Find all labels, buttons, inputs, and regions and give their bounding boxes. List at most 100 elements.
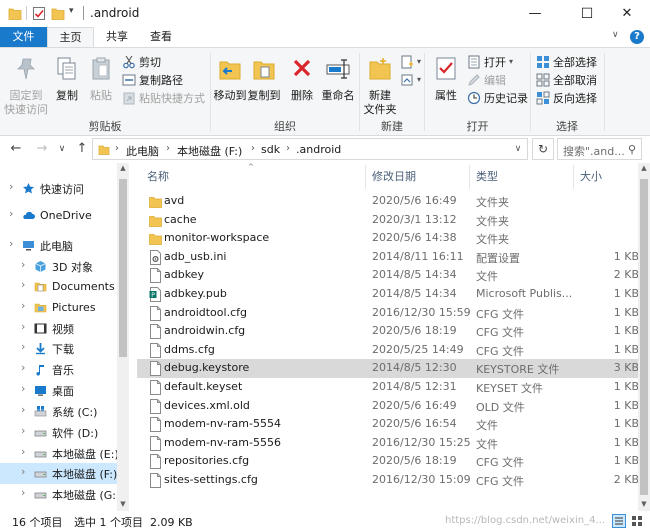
expand-chevron-icon[interactable]: › [21, 258, 25, 271]
column-divider[interactable] [573, 165, 574, 189]
expand-chevron-icon[interactable]: › [21, 382, 25, 395]
new-folder-button[interactable]: 新建 文件夹 [362, 56, 398, 117]
expand-chevron-icon[interactable]: › [21, 403, 25, 416]
breadcrumb-sdk[interactable]: sdk [261, 143, 280, 156]
tab-share[interactable]: 共享 [96, 27, 138, 47]
search-input[interactable]: 搜索".and... ⚲ [557, 138, 642, 160]
column-header-type[interactable]: 类型 [476, 165, 498, 189]
nav-item-12[interactable]: › 本地磁盘 (E:) [0, 443, 119, 464]
rename-button[interactable]: 重命名 [320, 56, 356, 103]
scroll-down-icon[interactable]: ▼ [638, 500, 650, 508]
nav-item-2[interactable]: › 此电脑 [0, 235, 118, 256]
file-list-scrollbar-thumb[interactable] [640, 179, 648, 495]
expand-chevron-icon[interactable]: › [9, 180, 13, 193]
address-dropdown-icon[interactable]: ∨ [511, 144, 525, 154]
column-divider[interactable] [365, 165, 366, 189]
file-row[interactable]: debug.keystore 2014/8/5 12:30 KEYSTORE 文件 3… [137, 359, 641, 378]
breadcrumb-this-pc[interactable]: 此电脑 [126, 143, 159, 159]
history-button[interactable]: 历史记录 [467, 89, 528, 106]
file-row[interactable]: ddms.cfg 2020/5/25 14:49 CFG 文件 1 KB [137, 341, 641, 360]
scroll-up-icon[interactable]: ▲ [117, 164, 129, 172]
scroll-down-icon[interactable]: ▼ [117, 500, 129, 508]
new-item-button[interactable]: ▾ [400, 53, 421, 70]
nav-item-4[interactable]: › Documents [0, 276, 118, 297]
expand-chevron-icon[interactable]: › [21, 320, 25, 333]
expand-chevron-icon[interactable]: › [21, 361, 25, 374]
large-icons-view-icon[interactable] [630, 514, 644, 528]
nav-item-11[interactable]: › 软件 (D:) [0, 422, 118, 443]
customize-quick-access-icon[interactable]: ▾ [69, 6, 74, 21]
expand-chevron-icon[interactable]: › [21, 299, 25, 312]
easy-access-button[interactable]: ▾ [400, 71, 421, 88]
move-to-button[interactable]: 移动到 [213, 56, 247, 103]
column-header-name[interactable]: 名称 [147, 165, 169, 189]
breadcrumb-android[interactable]: .android [296, 143, 341, 156]
file-row[interactable]: default.keyset 2014/8/5 12:31 KEYSET 文件 1 K… [137, 378, 641, 397]
tab-home[interactable]: 主页 [47, 27, 94, 47]
breadcrumb-drive-f[interactable]: 本地磁盘 (F:) [177, 143, 242, 159]
file-row[interactable]: monitor-workspace 2020/5/6 14:38 文件夹 [137, 229, 641, 248]
nav-item-5[interactable]: › Pictures [0, 297, 118, 318]
refresh-button[interactable]: ↻ [532, 138, 554, 160]
invert-selection-button[interactable]: 反向选择 [536, 89, 597, 106]
paste-button[interactable]: 粘贴 [86, 56, 116, 103]
file-row[interactable]: avd 2020/5/6 16:49 文件夹 [137, 192, 641, 211]
expand-chevron-icon[interactable]: › [9, 207, 13, 220]
nav-item-7[interactable]: › 下载 [0, 338, 118, 359]
address-bar[interactable]: › 此电脑 › 本地磁盘 (F:) › sdk › .android ∨ [92, 138, 528, 160]
expand-chevron-icon[interactable]: › [21, 486, 25, 499]
file-row[interactable]: Padbkey.pub 2014/8/5 14:34 Microsoft Publi… [137, 285, 641, 304]
forward-button[interactable]: → [34, 141, 50, 157]
copy-path-button[interactable]: 复制路径 [122, 71, 183, 88]
scroll-up-icon[interactable]: ▲ [638, 164, 650, 172]
file-row[interactable]: cache 2020/3/1 13:12 文件夹 [137, 211, 641, 230]
file-row[interactable]: androidwin.cfg 2020/5/6 18:19 CFG 文件 1 KB [137, 322, 641, 341]
minimize-button[interactable]: — [512, 0, 558, 27]
file-row[interactable]: modem-nv-ram-5554 2020/5/6 16:54 文件 1 KB [137, 415, 641, 434]
recent-locations-button[interactable]: ∨ [54, 141, 70, 157]
nav-scrollbar[interactable]: ▲ ▼ [117, 163, 129, 511]
tab-file[interactable]: 文件 [0, 27, 47, 47]
nav-item-9[interactable]: › 桌面 [0, 380, 118, 401]
nav-item-10[interactable]: › 系统 (C:) [0, 401, 118, 422]
file-row[interactable]: sites-settings.cfg 2016/12/30 15:09 CFG 文件… [137, 471, 641, 490]
up-button[interactable]: ↑ [74, 141, 90, 157]
file-row[interactable]: androidtool.cfg 2016/12/30 15:59 CFG 文件 1 K… [137, 304, 641, 323]
file-row[interactable]: modem-nv-ram-5556 2016/12/30 15:25 文件 1 KB [137, 434, 641, 453]
file-row[interactable]: adbkey 2014/8/5 14:34 文件 2 KB [137, 266, 641, 285]
expand-chevron-icon[interactable]: › [21, 424, 25, 437]
details-view-icon[interactable] [612, 514, 626, 528]
new-folder-icon[interactable] [51, 6, 65, 21]
column-header-size[interactable]: 大小 [580, 165, 602, 189]
delete-button[interactable]: 删除 [286, 56, 318, 103]
nav-item-6[interactable]: › 视频 [0, 318, 118, 339]
collapse-ribbon-icon[interactable]: ∨ [612, 30, 619, 40]
copy-button[interactable]: 复制 [52, 56, 82, 103]
nav-scrollbar-thumb[interactable] [119, 179, 127, 357]
nav-item-0[interactable]: › 快速访问 [0, 178, 118, 199]
properties-button[interactable]: 属性 [430, 56, 462, 103]
pin-to-quick-access-button[interactable]: 固定到 快速访问 [4, 56, 48, 117]
expand-chevron-icon[interactable]: › [21, 465, 25, 478]
close-button[interactable]: ✕ [604, 0, 650, 27]
select-none-button[interactable]: 全部取消 [536, 71, 597, 88]
file-list-scrollbar[interactable]: ▲ ▼ [638, 163, 650, 511]
copy-to-button[interactable]: 复制到 [247, 56, 281, 103]
cut-button[interactable]: 剪切 [122, 53, 161, 70]
expand-chevron-icon[interactable]: › [21, 445, 25, 458]
nav-item-14[interactable]: › 本地磁盘 (G:) [0, 484, 120, 505]
paste-shortcut-button[interactable]: 粘贴快捷方式 [122, 89, 205, 106]
edit-button[interactable]: 编辑 [467, 71, 506, 88]
nav-item-1[interactable]: › OneDrive [0, 205, 118, 226]
tab-view[interactable]: 查看 [140, 27, 182, 47]
expand-chevron-icon[interactable]: › [9, 237, 13, 250]
expand-chevron-icon[interactable]: › [21, 278, 25, 291]
expand-chevron-icon[interactable]: › [21, 340, 25, 353]
file-row[interactable]: repositories.cfg 2020/5/6 18:19 CFG 文件 1 KB [137, 452, 641, 471]
file-row[interactable]: adb_usb.ini 2014/8/11 16:11 配置设置 1 KB [137, 248, 641, 267]
select-all-button[interactable]: 全部选择 [536, 53, 597, 70]
column-divider[interactable] [469, 165, 470, 189]
back-button[interactable]: ← [8, 141, 24, 157]
nav-item-8[interactable]: › 音乐 [0, 359, 118, 380]
nav-item-3[interactable]: › 3D 对象 [0, 256, 118, 277]
